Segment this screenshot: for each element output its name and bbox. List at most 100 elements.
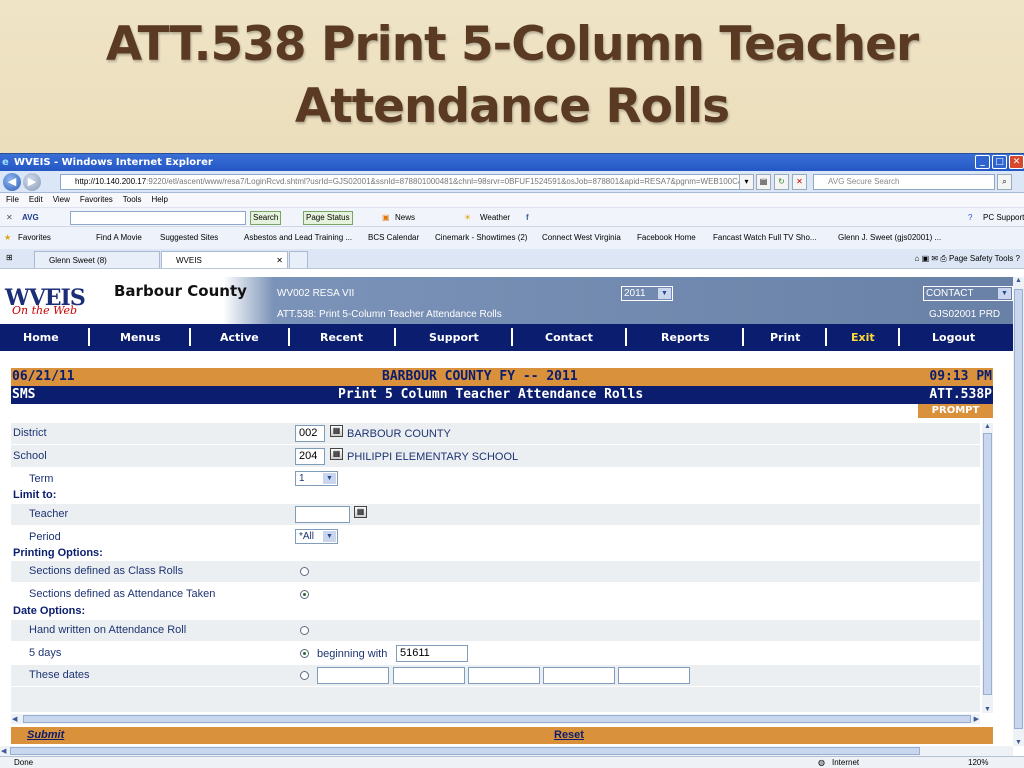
address-input[interactable]: http://10.140.200.17:9220/etl/ascent/www… [60,174,753,190]
search-icon[interactable]: ⌕ [997,174,1012,190]
five-days-radio[interactable] [300,649,309,658]
nav-recent[interactable]: Recent [320,331,363,344]
date-input-1[interactable] [317,667,389,684]
menu-file[interactable]: File [6,193,19,207]
forward-icon[interactable]: ▶ [23,173,41,191]
pc-support-link[interactable]: PC Support [983,208,1024,228]
date-input-3[interactable] [468,667,540,684]
fav-glenn-sweet[interactable]: Glenn J. Sweet (gjs02001) ... [838,227,941,249]
menu-edit[interactable]: Edit [29,193,43,207]
nav-reports[interactable]: Reports [661,331,710,344]
attendance-taken-radio[interactable] [300,590,309,599]
scroll-up-icon[interactable]: ▲ [1015,277,1022,284]
zoom-level[interactable]: 120% [968,757,988,768]
fav-fancast[interactable]: Fancast Watch Full TV Sho... [713,227,817,249]
nav-home[interactable]: Home [23,331,59,344]
scroll-right-icon[interactable]: ▶ [974,715,979,723]
date-input-4[interactable] [543,667,615,684]
period-select[interactable]: *All ▼ [295,529,338,544]
news-button[interactable]: News [395,208,415,228]
contact-select[interactable]: CONTACT ▼ [923,286,1013,301]
new-tab-button[interactable] [289,251,308,268]
avg-search-input[interactable] [70,211,246,225]
safety-menu[interactable]: Safety [970,254,993,263]
menu-help[interactable]: Help [151,193,167,207]
quick-tabs-icon[interactable]: ⊞ [6,253,13,262]
district-input[interactable]: 002 [295,425,325,442]
scroll-down-icon[interactable]: ▼ [1015,739,1022,746]
page-horizontal-scrollbar[interactable]: ◀ [0,746,1013,756]
scroll-thumb[interactable] [23,715,971,723]
nav-contact[interactable]: Contact [545,331,593,344]
tab-close-icon[interactable]: ✕ [276,252,283,269]
scroll-up-icon[interactable]: ▲ [984,423,991,430]
mail-icon[interactable]: ✉ [931,254,938,263]
fav-cinemark[interactable]: Cinemark - Showtimes (2) [435,227,527,249]
avg-logo[interactable]: AVG [22,208,39,228]
facebook-icon[interactable]: f [526,208,529,228]
fav-find-a-movie[interactable]: Find A Movie [96,227,142,249]
close-button[interactable]: ✕ [1009,155,1024,169]
date-input-2[interactable] [393,667,465,684]
scroll-down-icon[interactable]: ▼ [984,706,991,713]
minimize-button[interactable]: _ [975,155,990,169]
teacher-input[interactable] [295,506,350,523]
weather-button[interactable]: Weather [480,208,510,228]
reset-button[interactable]: Reset [554,727,584,744]
these-dates-radio[interactable] [300,671,309,680]
back-icon[interactable]: ◀ [3,173,21,191]
print-icon[interactable]: ⎙ [940,254,946,263]
tab-wveis[interactable]: WVEIS ✕ [161,251,288,268]
term-select[interactable]: 1 ▼ [295,471,338,486]
submit-button[interactable]: Submit [27,727,64,744]
form-vertical-scrollbar[interactable]: ▲ ▼ [982,423,993,713]
tools-menu[interactable]: Tools [995,254,1014,263]
fav-bcs-calendar[interactable]: BCS Calendar [368,227,419,249]
page-menu[interactable]: Page [949,254,968,263]
page-vertical-scrollbar[interactable]: ▲ ▼ [1013,277,1024,746]
menu-view[interactable]: View [53,193,70,207]
tab-glenn-sweet[interactable]: Glenn Sweet (8) [34,251,160,268]
beginning-date-input[interactable]: 51611 [396,645,468,662]
stop-icon[interactable]: ✕ [792,174,807,190]
nav-menus[interactable]: Menus [120,331,161,344]
scroll-left-icon[interactable]: ◀ [1,747,6,755]
form-horizontal-scrollbar[interactable]: ◀ ▶ [11,714,980,724]
fav-connect-wv[interactable]: Connect West Virginia [542,227,621,249]
search-input[interactable]: AVG Secure Search [813,174,995,190]
avg-search-button[interactable]: Search [250,211,282,225]
refresh-icon[interactable]: ↻ [774,174,789,190]
school-input[interactable]: 204 [295,448,325,465]
lookup-icon[interactable]: ▦ [330,448,343,460]
address-dropdown-icon[interactable]: ▾ [739,174,754,190]
scroll-thumb[interactable] [1014,289,1023,729]
maximize-button[interactable]: □ [992,155,1007,169]
class-rolls-radio[interactable] [300,567,309,576]
scroll-thumb[interactable] [983,433,992,695]
fav-facebook[interactable]: Facebook Home [637,227,696,249]
menu-tools[interactable]: Tools [123,193,142,207]
nav-support[interactable]: Support [429,331,479,344]
feeds-icon[interactable]: ▣ [922,254,930,263]
year-select[interactable]: 2011 ▼ [621,286,673,301]
menu-favorites[interactable]: Favorites [80,193,113,207]
nav-logout[interactable]: Logout [932,331,975,344]
nav-print[interactable]: Print [770,331,800,344]
help-icon[interactable]: ? [1016,254,1020,263]
home-icon[interactable]: ⌂ [914,254,919,263]
nav-exit[interactable]: Exit [851,331,875,344]
scroll-left-icon[interactable]: ◀ [12,715,17,723]
handwritten-radio[interactable] [300,626,309,635]
favorites-button[interactable]: Favorites [18,227,51,249]
date-input-5[interactable] [618,667,690,684]
fav-suggested-sites[interactable]: Suggested Sites [160,227,218,249]
toolbar-close-icon[interactable]: ✕ [6,208,13,228]
page-status-button[interactable]: Page Status [303,211,353,225]
fav-asbestos[interactable]: Asbestos and Lead Training ... [244,227,352,249]
lookup-icon[interactable]: ▦ [330,425,343,437]
compatibility-icon[interactable]: ▤ [756,174,771,190]
report-title: BARBOUR COUNTY FY -- 2011 [382,369,578,384]
lookup-icon[interactable]: ▦ [354,506,367,518]
nav-active[interactable]: Active [220,331,259,344]
scroll-thumb[interactable] [10,747,920,755]
